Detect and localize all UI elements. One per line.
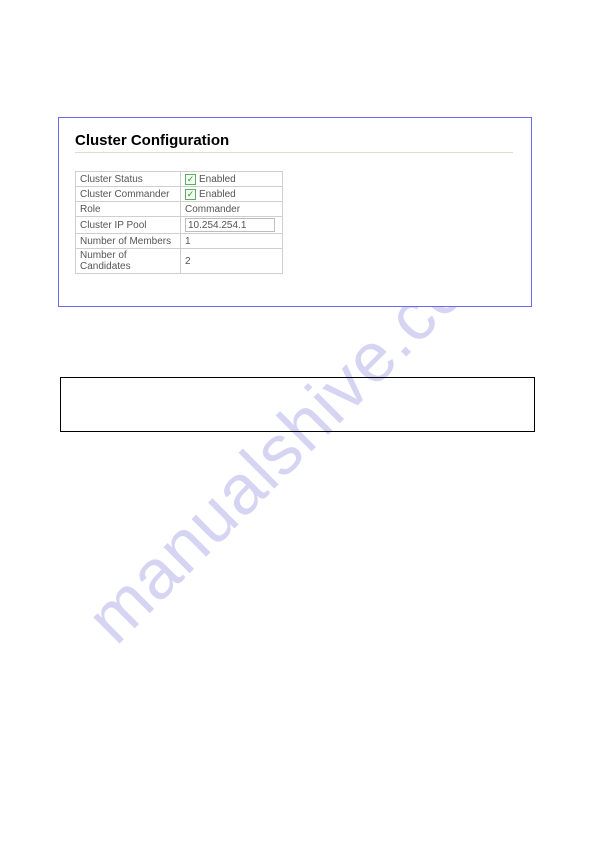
label-num-members: Number of Members xyxy=(76,234,181,249)
checkbox-cluster-status[interactable]: ✓ Enabled xyxy=(185,174,236,185)
config-panel: Cluster Configuration Cluster Status ✓ E… xyxy=(58,117,532,307)
panel-title: Cluster Configuration xyxy=(75,132,513,149)
title-rule xyxy=(75,152,513,153)
label-num-candidates: Number of Candidates xyxy=(76,249,181,274)
row-num-candidates: Number of Candidates 2 xyxy=(76,249,283,274)
empty-box xyxy=(60,377,535,432)
value-role: Commander xyxy=(181,202,283,217)
label-ip-pool: Cluster IP Pool xyxy=(76,217,181,234)
label-cluster-status: Cluster Status xyxy=(76,172,181,187)
check-icon: ✓ xyxy=(185,189,196,200)
enabled-text: Enabled xyxy=(199,189,236,200)
row-cluster-status: Cluster Status ✓ Enabled xyxy=(76,172,283,187)
value-num-candidates: 2 xyxy=(181,249,283,274)
row-ip-pool: Cluster IP Pool xyxy=(76,217,283,234)
config-table: Cluster Status ✓ Enabled Cluster Command… xyxy=(75,171,283,274)
row-role: Role Commander xyxy=(76,202,283,217)
checkbox-cluster-commander[interactable]: ✓ Enabled xyxy=(185,189,236,200)
row-cluster-commander: Cluster Commander ✓ Enabled xyxy=(76,187,283,202)
label-cluster-commander: Cluster Commander xyxy=(76,187,181,202)
label-role: Role xyxy=(76,202,181,217)
value-num-members: 1 xyxy=(181,234,283,249)
input-ip-pool[interactable] xyxy=(185,218,275,232)
enabled-text: Enabled xyxy=(199,174,236,185)
row-num-members: Number of Members 1 xyxy=(76,234,283,249)
check-icon: ✓ xyxy=(185,174,196,185)
